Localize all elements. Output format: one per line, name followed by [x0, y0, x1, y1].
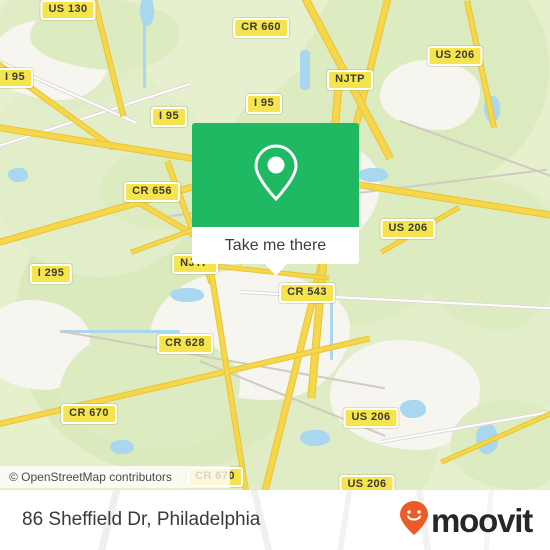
- map-shield[interactable]: US 206: [343, 408, 399, 428]
- take-me-there-label: Take me there: [224, 236, 327, 254]
- moovit-logo[interactable]: moovit: [399, 500, 533, 541]
- map-shield[interactable]: CR 543: [279, 283, 335, 303]
- map-shield[interactable]: US 206: [427, 46, 483, 66]
- map-screenshot: US 130 CR 660 US 206 I 95 NJTP I 95 I 95…: [0, 0, 550, 550]
- map-canvas[interactable]: US 130 CR 660 US 206 I 95 NJTP I 95 I 95…: [0, 0, 550, 490]
- address-label: 86 Sheffield Dr, Philadelphia: [22, 509, 261, 530]
- moovit-wordmark: moovit: [431, 501, 533, 539]
- map-shield[interactable]: US 206: [380, 219, 436, 239]
- map-shield[interactable]: NJTP: [327, 70, 373, 90]
- footer-bar: 86 Sheffield Dr, Philadelphia moovit: [0, 490, 550, 550]
- map-shield[interactable]: I 95: [151, 107, 187, 127]
- map-shield[interactable]: CR 670: [61, 404, 117, 424]
- destination-popup[interactable]: Take me there: [192, 123, 359, 276]
- map-water: [170, 288, 204, 302]
- popup-tail: [264, 264, 287, 276]
- map-shield[interactable]: CR 628: [157, 334, 213, 354]
- map-stream: [143, 18, 146, 88]
- map-shield[interactable]: US 206: [339, 475, 395, 490]
- map-water: [300, 430, 330, 446]
- map-shield[interactable]: I 95: [246, 94, 282, 114]
- take-me-there-button[interactable]: Take me there: [192, 227, 359, 276]
- map-water: [400, 400, 426, 418]
- map-water: [8, 168, 28, 182]
- map-shield[interactable]: CR 660: [233, 18, 289, 38]
- map-shield[interactable]: US 130: [40, 0, 96, 20]
- map-water: [110, 440, 134, 454]
- map-pin-icon: [250, 142, 302, 209]
- moovit-smile-pin-icon: [399, 500, 429, 541]
- map-water: [300, 50, 310, 90]
- popup-body: [192, 123, 359, 227]
- map-stream: [330, 300, 333, 360]
- map-shield[interactable]: I 95: [0, 68, 33, 88]
- map-attribution-label: © OpenStreetMap contributors: [9, 470, 172, 484]
- map-attribution[interactable]: © OpenStreetMap contributors: [0, 466, 230, 488]
- map-water: [358, 168, 388, 182]
- map-shield[interactable]: I 295: [29, 264, 73, 284]
- map-shield[interactable]: CR 656: [124, 182, 180, 202]
